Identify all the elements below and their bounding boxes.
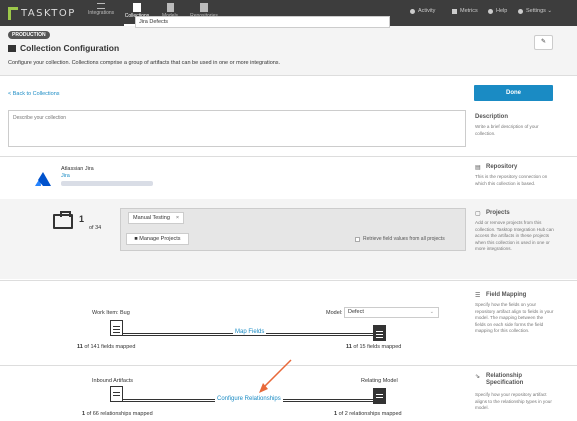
projects-side-title: Projects (486, 210, 510, 216)
project-chip-label: Manual Testing (133, 215, 170, 221)
tasktop-logo[interactable]: TASKTOP (8, 5, 76, 21)
settings-label: Settings ⌄ (526, 8, 553, 14)
tab-integrations[interactable]: Integrations (88, 3, 114, 23)
manage-projects-button[interactable]: ■ Manage Projects (126, 233, 189, 245)
chevron-down-icon: ⌄ (429, 309, 434, 315)
help-label: Help (496, 8, 508, 14)
done-button[interactable]: Done (474, 85, 553, 101)
inbound-artifacts-label: Inbound Artifacts (92, 378, 133, 384)
work-item-label: Work Item: Bug (92, 310, 130, 316)
projects-side-text: Add or remove projects from this collect… (475, 220, 554, 251)
relating-doc-icon (373, 388, 386, 404)
remove-project-icon[interactable]: × (176, 213, 179, 223)
model-doc-icon (373, 325, 386, 341)
relationship-icon: ⇘ (475, 374, 481, 380)
gear-icon (518, 8, 523, 14)
activity-icon (410, 8, 415, 14)
model-relationships-count: 1 (334, 411, 338, 417)
repository-side-text: This is the repository connection on whi… (475, 174, 548, 186)
metrics-icon (452, 8, 457, 14)
retrieve-checkbox[interactable] (355, 236, 360, 242)
description-side-text: Write a brief description of your collec… (475, 124, 539, 136)
page-subtitle: Configure your collection. Collections c… (8, 60, 281, 66)
model-label: Model: (326, 310, 343, 316)
help-icon (488, 8, 493, 14)
retrieve-label: Retrieve field values from all projects (363, 236, 445, 242)
project-total: of 34 (89, 225, 102, 231)
integrations-icon (97, 3, 105, 9)
model-fields-mapped-count: 11 (346, 344, 352, 350)
metrics-label: Metrics (460, 8, 478, 14)
configure-relationships-link[interactable]: Configure Relationships (215, 396, 283, 402)
repository-link[interactable]: Jira (61, 173, 70, 179)
repositories-icon (200, 3, 208, 12)
metrics-link[interactable]: Metrics (452, 8, 478, 14)
relating-model-label: Relating Model (361, 378, 398, 384)
models-icon (166, 3, 174, 12)
source-fields-mapped-label: of 141 fields mapped (84, 344, 136, 350)
map-fields-link[interactable]: Map Fields (233, 329, 267, 335)
description-textarea[interactable] (8, 110, 466, 147)
settings-link[interactable]: Settings ⌄ (518, 8, 552, 14)
repository-icon: ▤ (475, 165, 481, 171)
repository-url-redacted (61, 181, 153, 186)
model-relationships-label: of 2 relationships mapped (338, 411, 402, 417)
model-relationships-mapped: 1 of 2 relationships mapped (334, 411, 402, 417)
collection-name-input[interactable] (135, 16, 390, 28)
field-mapping-side-title: Field Mapping (486, 292, 527, 298)
manage-projects-label: Manage Projects (139, 236, 181, 242)
collection-icon (8, 44, 16, 52)
divider (0, 156, 577, 157)
atlassian-logo-icon (35, 172, 51, 186)
inbound-doc-icon (110, 386, 123, 402)
divider (0, 280, 577, 281)
logo-mark-icon (8, 6, 18, 20)
tab-integrations-label: Integrations (88, 10, 115, 16)
back-to-collections-link[interactable]: < Back to Collections (8, 91, 60, 97)
edit-button[interactable]: ✎ (534, 35, 553, 50)
logo-text: TASKTOP (21, 7, 76, 19)
source-fields-mapped-count: 11 (77, 344, 83, 350)
divider (0, 365, 577, 366)
source-fields-mapped: 11 of 141 fields mapped (77, 344, 135, 350)
project-count: 1 (79, 214, 85, 224)
inbound-relationships-mapped: 1 of 66 relationships mapped (82, 411, 153, 417)
repository-side-title: Repository (486, 164, 518, 170)
inbound-relationships-label: of 66 relationships mapped (86, 411, 153, 417)
model-select[interactable]: Defect ⌄ (344, 307, 439, 318)
projects-icon: ▢ (475, 211, 481, 217)
environment-badge: PRODUCTION (8, 31, 50, 39)
retrieve-field-values-toggle[interactable]: Retrieve field values from all projects (355, 236, 445, 242)
relationship-side-title: Relationship Specification (486, 373, 524, 386)
repository-name: Atlassian Jira (61, 166, 94, 172)
project-chip: Manual Testing × (128, 212, 185, 224)
inbound-relationships-count: 1 (82, 411, 86, 417)
model-fields-mapped: 11 of 15 fields mapped (346, 344, 401, 350)
help-link[interactable]: Help (488, 8, 507, 14)
activity-link[interactable]: Activity (410, 8, 435, 14)
title-row: Collection Configuration (8, 43, 119, 53)
collections-icon (133, 3, 141, 12)
model-select-value: Defect (348, 309, 364, 315)
description-side-title: Description (475, 114, 509, 120)
model-fields-mapped-label: of 15 fields mapped (353, 344, 402, 350)
field-mapping-side-text: Specify how the fields on your repositor… (475, 302, 554, 333)
artifact-doc-icon (110, 320, 123, 336)
field-mapping-icon: ☰ (475, 293, 481, 299)
activity-label: Activity (418, 8, 436, 14)
briefcase-icon (53, 211, 73, 229)
page-header: PRODUCTION Collection Configuration Conf… (0, 26, 577, 76)
page-title: Collection Configuration (20, 43, 120, 53)
relationship-side-text: Specify how your repository artifact ali… (475, 392, 552, 410)
